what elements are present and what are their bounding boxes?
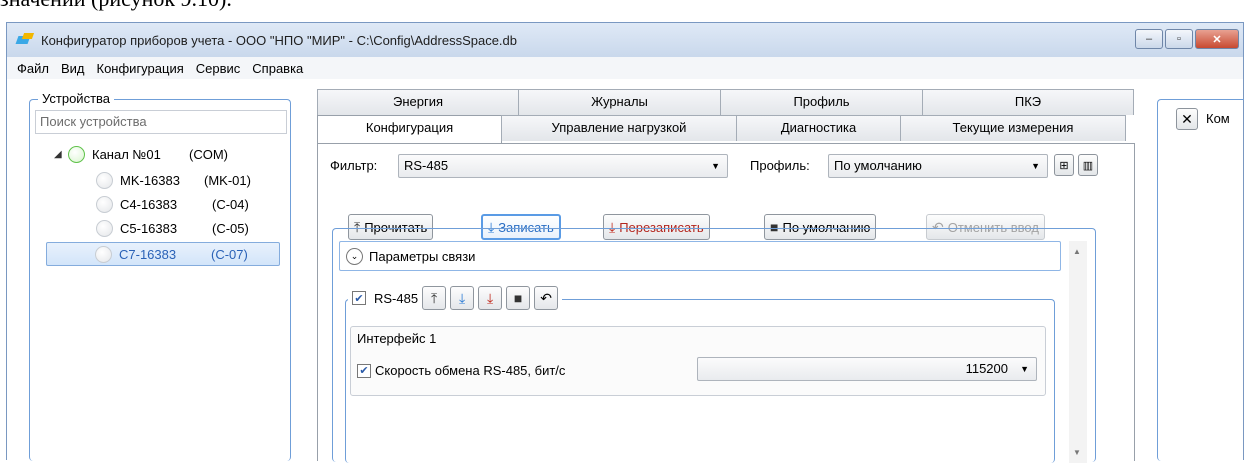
page-caption: значений (рисунок 9.10). (0, 0, 232, 16)
tab-journals[interactable]: Журналы (518, 89, 721, 115)
chevron-down-icon: ▼ (1020, 364, 1029, 374)
window-controls: – ▫ ✕ (1135, 29, 1239, 49)
device-code: (C-04) (212, 197, 249, 212)
main-content: Устройства Поиск устройства ◢ Канал №01 … (7, 79, 1244, 463)
tab-profile[interactable]: Профиль (720, 89, 923, 115)
tab-current-measurements[interactable]: Текущие измерения (900, 115, 1126, 141)
app-logo-icon (17, 33, 35, 47)
status-offline-icon (95, 245, 112, 263)
status-offline-icon (96, 172, 113, 189)
status-offline-icon (96, 220, 113, 237)
add-profile-button[interactable]: ⊞ (1054, 154, 1074, 176)
devices-panel: Устройства Поиск устройства ◢ Канал №01 … (29, 91, 291, 461)
tab-row-2: Конфигурация Управление нагрузкой Диагно… (317, 115, 1126, 143)
scroll-down-icon[interactable]: ▼ (1073, 448, 1081, 457)
status-online-icon (68, 146, 85, 163)
device-search-input[interactable]: Поиск устройства (35, 110, 287, 134)
download-icon: ⤓ (458, 290, 466, 306)
scroll-up-icon[interactable]: ▲ (1073, 247, 1081, 256)
tab-row-1: Энергия Журналы Профиль ПКЭ (317, 89, 1134, 115)
close-window-button[interactable]: ✕ (1195, 29, 1239, 49)
maximize-button[interactable]: ▫ (1165, 29, 1193, 49)
device-name: C5-16383 (120, 221, 178, 236)
vertical-scrollbar[interactable]: ▲ ▼ (1069, 241, 1087, 463)
rs485-group: ✔ RS-485 ⤒ ⤓ ⤓ ■ ↶ Интерфейс 1 ✔ Скорост… (345, 286, 1055, 463)
undo-icon: ↶ (540, 290, 552, 306)
profile-select[interactable]: По умолчанию ▼ (828, 154, 1048, 178)
close-icon: ✕ (1181, 110, 1193, 127)
minimize-button[interactable]: – (1135, 29, 1163, 49)
tab-energy[interactable]: Энергия (317, 89, 519, 115)
speed-label: Скорость обмена RS-485, бит/с (375, 363, 566, 378)
title-bar: Конфигуратор приборов учета - ООО "НПО "… (7, 23, 1243, 57)
chevron-down-icon: ▼ (1031, 161, 1040, 171)
menu-configuration[interactable]: Конфигурация (91, 61, 190, 76)
tab-configuration[interactable]: Конфигурация (317, 115, 502, 143)
devices-legend: Устройства (38, 91, 115, 106)
rs485-label: RS-485 (374, 290, 419, 306)
menu-service[interactable]: Сервис (190, 61, 247, 76)
add-icon: ⊞ (1059, 159, 1069, 172)
tree-device-item[interactable]: C5-16383 (C-05) (96, 220, 249, 237)
rs485-write-button[interactable]: ⤓ (450, 286, 475, 310)
speed-value: 115200 (965, 361, 1008, 376)
config-tabs: Энергия Журналы Профиль ПКЭ Конфигурация… (317, 89, 1135, 463)
upload-icon: ⤒ (430, 290, 438, 306)
tab-load-control[interactable]: Управление нагрузкой (501, 115, 737, 141)
app-window: Конфигуратор приборов учета - ООО "НПО "… (6, 22, 1244, 463)
tab-diagnostics[interactable]: Диагностика (736, 115, 901, 141)
profile-label: Профиль: (750, 158, 810, 173)
channel-type: (COM) (189, 147, 228, 162)
filter-value: RS-485 (404, 158, 449, 173)
device-code: (C-05) (212, 221, 249, 236)
rs485-undo-button[interactable]: ↶ (534, 286, 559, 310)
rs485-checkbox[interactable]: ✔ (352, 291, 366, 305)
tree-device-item[interactable]: MK-16383 (MK-01) (96, 172, 251, 189)
device-name: C4-16383 (120, 197, 178, 212)
rs485-defaults-button[interactable]: ■ (506, 286, 531, 310)
menu-view[interactable]: Вид (55, 61, 91, 76)
tab-pke[interactable]: ПКЭ (922, 89, 1134, 115)
device-code: (C-07) (211, 246, 248, 262)
tree-device-item-selected[interactable]: C7-16383 (C-07) (46, 242, 280, 266)
right-panel: ✕ Ком (1157, 99, 1244, 461)
chevron-down-icon: ▼ (711, 161, 720, 171)
profile-value: По умолчанию (834, 158, 922, 173)
trash-icon: ▥ (1082, 159, 1094, 172)
interface-label: Интерфейс 1 (357, 331, 437, 346)
device-name: C7-16383 (119, 246, 177, 262)
status-offline-icon (96, 196, 113, 213)
window-title: Конфигуратор приборов учета - ООО "НПО "… (41, 32, 518, 48)
speed-checkbox[interactable]: ✔ (357, 363, 371, 378)
channel-name: Канал №01 (92, 147, 161, 162)
device-code: (MK-01) (204, 173, 251, 188)
tree-device-item[interactable]: C4-16383 (C-04) (96, 196, 249, 213)
speed-row: ✔ Скорость обмена RS-485, бит/с (357, 363, 565, 378)
actions-group: ⌄ Параметры связи ✔ RS-485 ⤒ ⤓ ⤓ ■ ↶ Инт… (332, 228, 1096, 463)
speed-select[interactable]: 115200 ▼ (697, 357, 1037, 381)
configuration-panel: Фильтр: RS-485 ▼ Профиль: По умолчанию ▼… (317, 143, 1135, 463)
tree-channel[interactable]: ◢ Канал №01 (COM) (54, 146, 228, 163)
filter-label: Фильтр: (330, 158, 378, 173)
chevron-down-icon[interactable]: ⌄ (346, 247, 363, 265)
close-panel-button[interactable]: ✕ (1176, 108, 1198, 130)
tree-expand-icon[interactable]: ◢ (54, 149, 68, 160)
delete-profile-button[interactable]: ▥ (1078, 154, 1098, 176)
download-red-icon: ⤓ (486, 290, 494, 306)
rs485-read-button[interactable]: ⤒ (422, 286, 447, 310)
device-name: MK-16383 (120, 173, 180, 188)
menu-file[interactable]: Файл (11, 61, 55, 76)
right-panel-label: Ком (1206, 111, 1230, 126)
rs485-overwrite-button[interactable]: ⤓ (478, 286, 503, 310)
connection-params-expander[interactable]: ⌄ Параметры связи (339, 241, 1061, 271)
section-title: Параметры связи (369, 248, 476, 264)
menu-bar: Файл Вид Конфигурация Сервис Справка (7, 57, 1243, 79)
interface-1-group: Интерфейс 1 ✔ Скорость обмена RS-485, би… (350, 326, 1046, 396)
filter-select[interactable]: RS-485 ▼ (398, 154, 728, 178)
menu-help[interactable]: Справка (246, 61, 309, 76)
cube-icon: ■ (513, 290, 523, 306)
rs485-header: ✔ RS-485 ⤒ ⤓ ⤓ ■ ↶ (348, 286, 563, 310)
